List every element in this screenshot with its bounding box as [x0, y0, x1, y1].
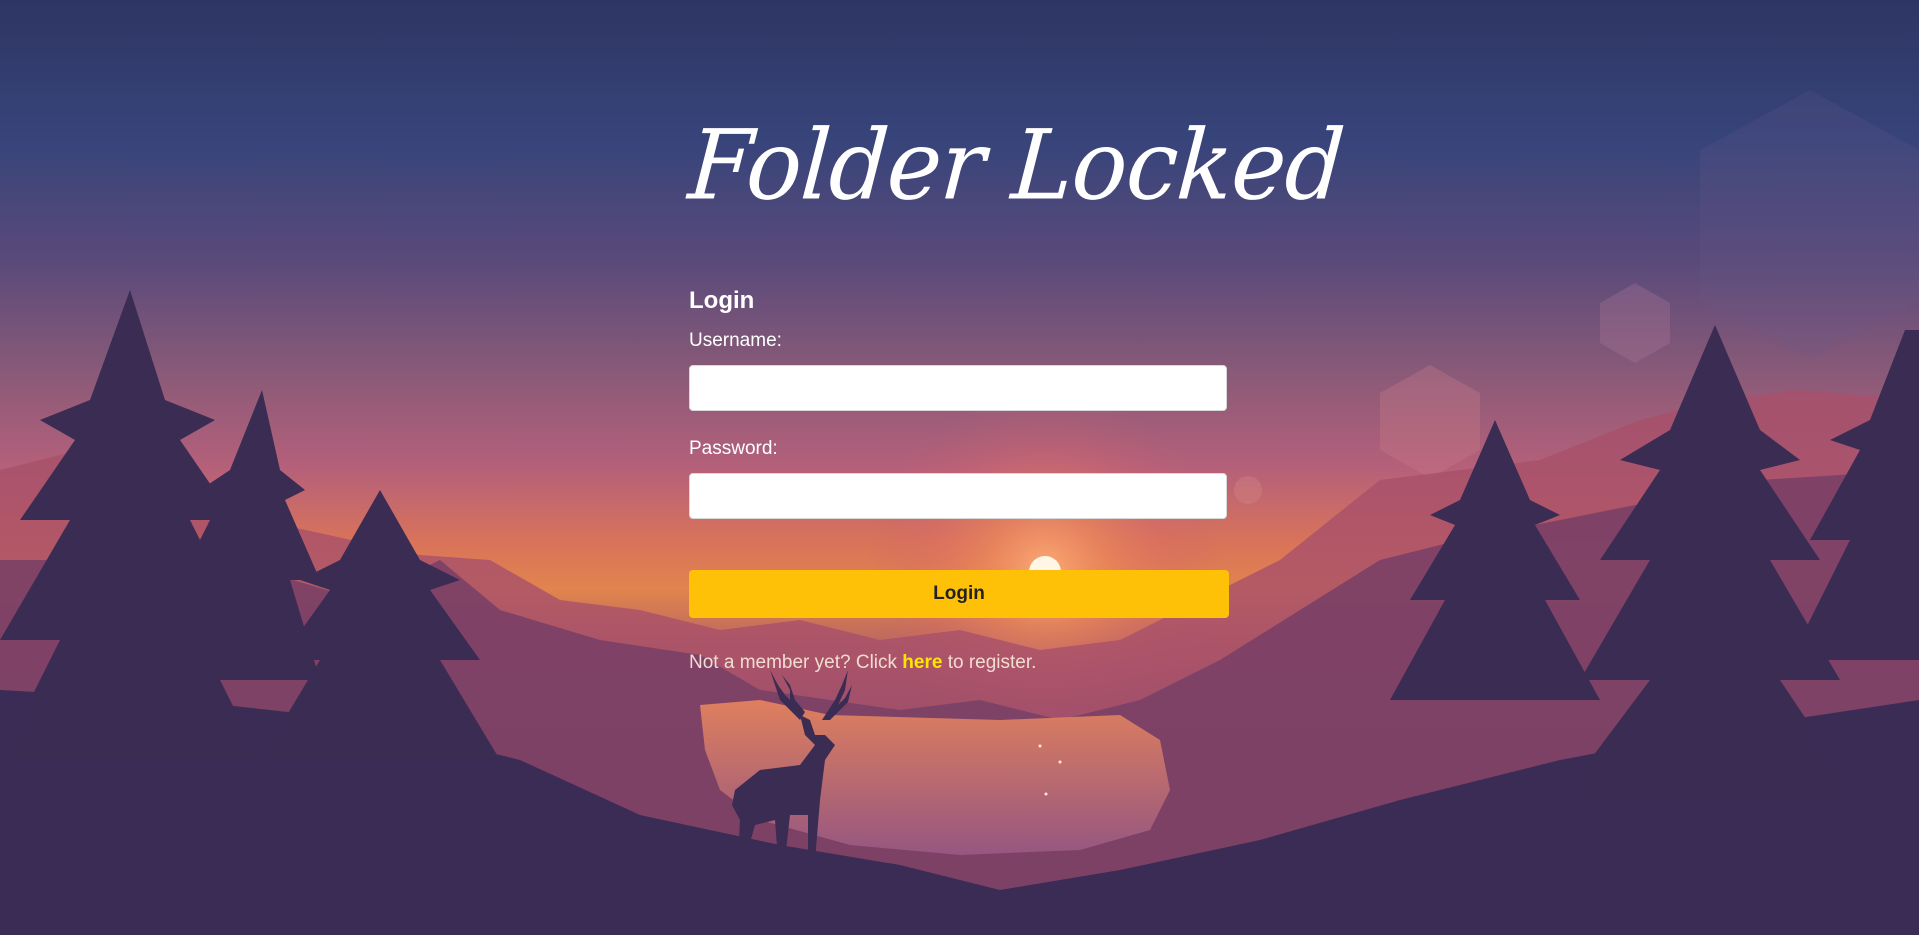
bokeh-hexagon [1600, 283, 1670, 363]
password-input[interactable] [689, 473, 1227, 519]
login-container: Folder Locked Login Username: Password: … [685, 109, 1347, 673]
register-prompt: Not a member yet? Click here to register… [689, 652, 1036, 674]
bokeh-hexagon [1380, 365, 1480, 478]
register-prefix: Not a member yet? Click [689, 652, 903, 673]
sparkle [1044, 792, 1048, 796]
password-label: Password: [689, 438, 778, 459]
bokeh-hexagon [1700, 90, 1919, 360]
username-input[interactable] [689, 365, 1227, 411]
page-title: Folder Locked [685, 109, 1348, 222]
sparkle [1038, 744, 1042, 748]
form-heading: Login [689, 287, 755, 314]
register-suffix: to register. [942, 652, 1037, 673]
username-label: Username: [689, 330, 782, 351]
sparkle [1058, 760, 1062, 764]
register-link[interactable]: here [902, 652, 942, 673]
bokeh-dot [1234, 476, 1262, 504]
login-button[interactable]: Login [689, 570, 1229, 618]
